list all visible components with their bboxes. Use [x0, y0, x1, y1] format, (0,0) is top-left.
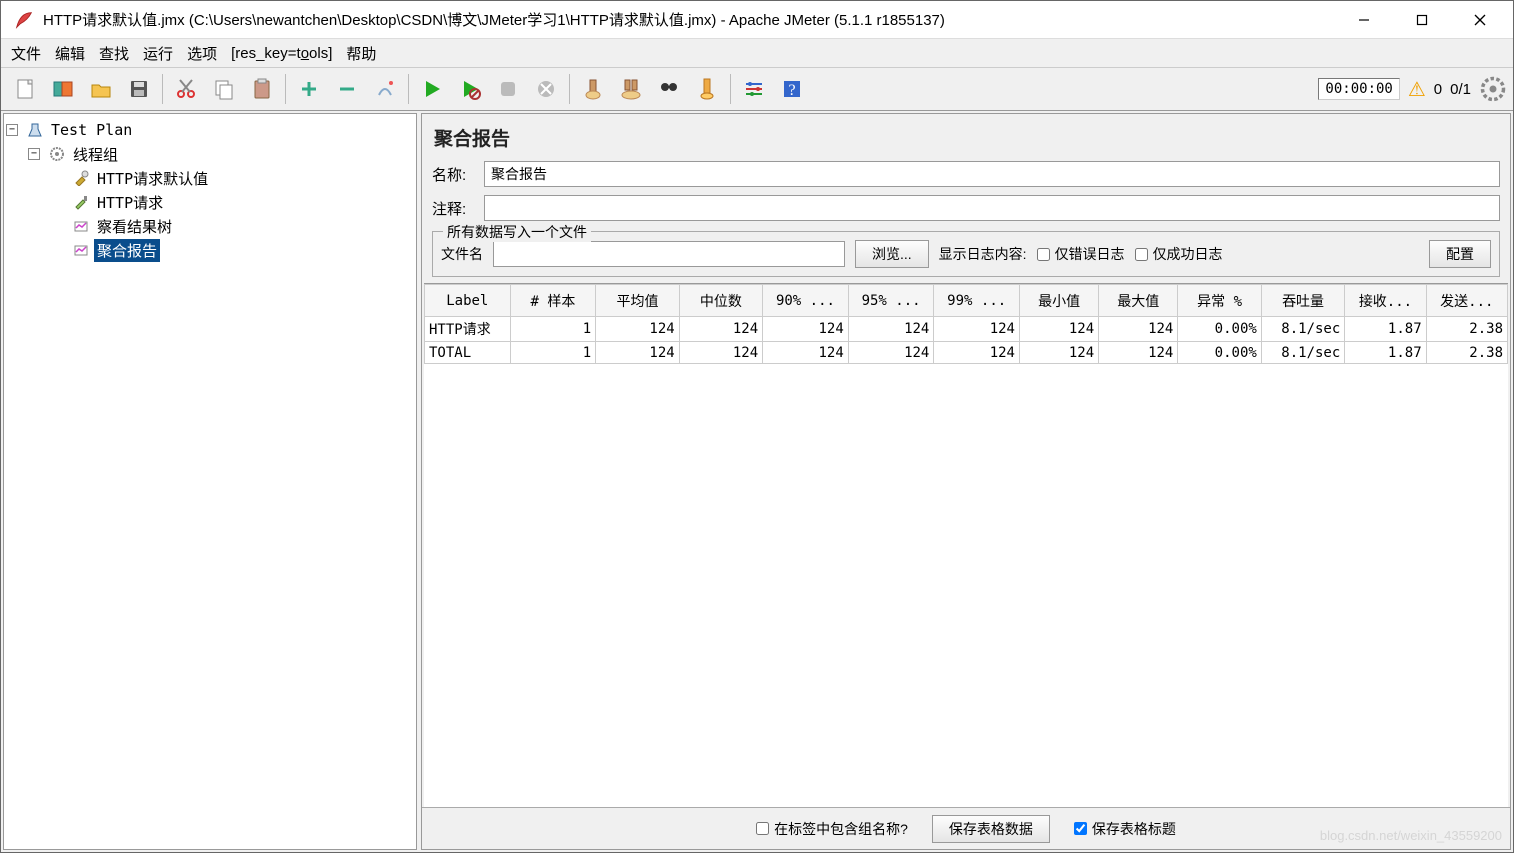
- collapse-icon[interactable]: [329, 71, 365, 107]
- column-header[interactable]: 中位数: [679, 285, 762, 317]
- clear-icon[interactable]: [575, 71, 611, 107]
- menu-options[interactable]: 选项: [187, 43, 217, 64]
- search-icon[interactable]: [651, 71, 687, 107]
- column-header[interactable]: 异常 %: [1178, 285, 1261, 317]
- include-group-checkbox[interactable]: 在标签中包含组名称?: [756, 819, 908, 839]
- collapse-toggle-icon[interactable]: −: [28, 148, 40, 160]
- menu-file[interactable]: 文件: [11, 43, 41, 64]
- column-header[interactable]: 发送...: [1426, 285, 1507, 317]
- tree-pane[interactable]: − Test Plan − 线程组 HTTP请求默认值 HTTP请求: [3, 113, 417, 850]
- beaker-icon: [26, 121, 44, 139]
- cut-icon[interactable]: [168, 71, 204, 107]
- tree-view-results[interactable]: 察看结果树: [6, 214, 414, 238]
- app-icon: [13, 9, 35, 31]
- gear-icon[interactable]: [1479, 75, 1507, 103]
- results-table-wrap[interactable]: Label# 样本平均值中位数90% ...95% ...99% ...最小值最…: [424, 283, 1508, 807]
- clear-all-icon[interactable]: [613, 71, 649, 107]
- open-icon[interactable]: [83, 71, 119, 107]
- tree-aggregate[interactable]: 聚合报告: [6, 238, 414, 262]
- titlebar: HTTP请求默认值.jmx (C:\Users\newantchen\Deskt…: [1, 1, 1513, 39]
- new-icon[interactable]: [7, 71, 43, 107]
- errors-only-checkbox[interactable]: 仅错误日志: [1037, 244, 1125, 264]
- window-controls: [1335, 1, 1509, 39]
- results-icon: [72, 217, 90, 235]
- table-row[interactable]: HTTP请求11241241241241241241240.00%8.1/sec…: [425, 317, 1508, 342]
- results-table: Label# 样本平均值中位数90% ...95% ...99% ...最小值最…: [424, 284, 1508, 364]
- save-table-data-button[interactable]: 保存表格数据: [932, 815, 1050, 843]
- filename-input[interactable]: [493, 241, 845, 267]
- help-icon[interactable]: ?: [774, 71, 810, 107]
- column-header[interactable]: 99% ...: [934, 285, 1020, 317]
- shutdown-icon[interactable]: [528, 71, 564, 107]
- browse-button[interactable]: 浏览...: [855, 240, 929, 268]
- report-icon: [72, 241, 90, 259]
- column-header[interactable]: 最大值: [1099, 285, 1178, 317]
- copy-icon[interactable]: [206, 71, 242, 107]
- tree-thread-group[interactable]: − 线程组: [6, 142, 414, 166]
- filename-label: 文件名: [441, 244, 483, 264]
- success-only-checkbox[interactable]: 仅成功日志: [1135, 244, 1223, 264]
- column-header[interactable]: 90% ...: [763, 285, 849, 317]
- file-fieldset: 所有数据写入一个文件 文件名 浏览... 显示日志内容: 仅错误日志 仅成功日志…: [432, 231, 1500, 277]
- tree-root[interactable]: − Test Plan: [6, 118, 414, 142]
- thread-status: 0/1: [1450, 81, 1471, 98]
- tree-http-defaults[interactable]: HTTP请求默认值: [6, 166, 414, 190]
- menubar: 文件 编辑 查找 运行 选项 [res_key=tools] 帮助: [1, 39, 1513, 67]
- configure-button[interactable]: 配置: [1429, 240, 1491, 268]
- column-header[interactable]: Label: [425, 285, 511, 317]
- column-header[interactable]: 接收...: [1345, 285, 1426, 317]
- content-area: − Test Plan − 线程组 HTTP请求默认值 HTTP请求: [1, 111, 1513, 852]
- svg-text:?: ?: [788, 82, 795, 99]
- column-header[interactable]: # 样本: [510, 285, 596, 317]
- function-helper-icon[interactable]: [689, 71, 725, 107]
- watermark: blog.csdn.net/weixin_43559200: [1320, 828, 1502, 843]
- pipette-icon: [72, 193, 90, 211]
- menu-edit[interactable]: 编辑: [55, 43, 85, 64]
- menu-tools[interactable]: [res_key=tools]: [231, 45, 332, 62]
- close-button[interactable]: [1451, 1, 1509, 39]
- table-row[interactable]: TOTAL11241241241241241241240.00%8.1/sec1…: [425, 342, 1508, 364]
- toolbar: ? 00:00:00 ⚠ 0 0/1: [1, 67, 1513, 111]
- menu-help[interactable]: 帮助: [346, 43, 376, 64]
- column-header[interactable]: 平均值: [596, 285, 679, 317]
- column-header[interactable]: 95% ...: [848, 285, 934, 317]
- toggle-icon[interactable]: [367, 71, 403, 107]
- panel-title: 聚合报告: [422, 114, 1510, 157]
- column-header[interactable]: 吞吐量: [1261, 285, 1344, 317]
- stop-icon[interactable]: [490, 71, 526, 107]
- main-panel: 聚合报告 名称: 注释: 所有数据写入一个文件 文件名 浏览... 显示日志内容…: [421, 113, 1511, 850]
- menu-run[interactable]: 运行: [143, 43, 173, 64]
- paste-icon[interactable]: [244, 71, 280, 107]
- file-legend: 所有数据写入一个文件: [443, 222, 591, 242]
- warn-count: 0: [1434, 81, 1442, 98]
- menu-search[interactable]: 查找: [99, 43, 129, 64]
- timer-display: 00:00:00: [1318, 78, 1399, 100]
- name-input[interactable]: [484, 161, 1500, 187]
- maximize-button[interactable]: [1393, 1, 1451, 39]
- wrench-icon: [72, 169, 90, 187]
- tree-http-request[interactable]: HTTP请求: [6, 190, 414, 214]
- name-label: 名称:: [432, 164, 476, 185]
- options-icon[interactable]: [736, 71, 772, 107]
- collapse-toggle-icon[interactable]: −: [6, 124, 18, 136]
- comment-input[interactable]: [484, 195, 1500, 221]
- app-window: HTTP请求默认值.jmx (C:\Users\newantchen\Deskt…: [0, 0, 1514, 853]
- minimize-button[interactable]: [1335, 1, 1393, 39]
- column-header[interactable]: 最小值: [1019, 285, 1098, 317]
- start-icon[interactable]: [414, 71, 450, 107]
- gear-icon: [48, 145, 66, 163]
- window-title: HTTP请求默认值.jmx (C:\Users\newantchen\Deskt…: [43, 9, 1335, 30]
- expand-icon[interactable]: [291, 71, 327, 107]
- start-no-pauses-icon[interactable]: [452, 71, 488, 107]
- save-icon[interactable]: [121, 71, 157, 107]
- comment-label: 注释:: [432, 198, 476, 219]
- templates-icon[interactable]: [45, 71, 81, 107]
- bottom-bar: 在标签中包含组名称? 保存表格数据 保存表格标题 blog.csdn.net/w…: [422, 807, 1510, 849]
- log-display-label: 显示日志内容:: [939, 244, 1027, 264]
- save-header-checkbox[interactable]: 保存表格标题: [1074, 819, 1176, 839]
- warning-icon[interactable]: ⚠: [1408, 77, 1426, 102]
